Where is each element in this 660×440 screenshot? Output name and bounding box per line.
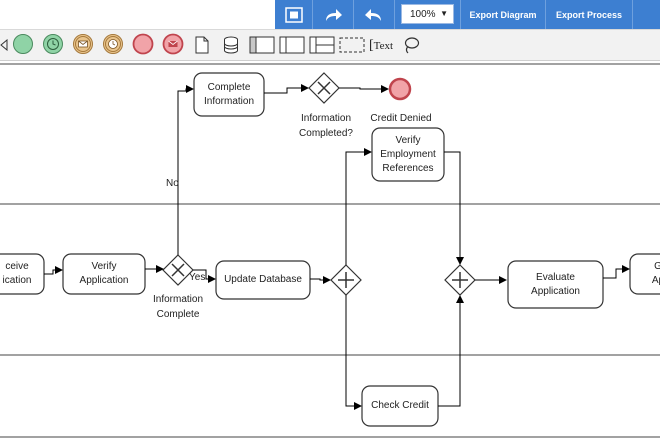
parallel-gateway-split[interactable] xyxy=(331,265,361,295)
diagram-canvas[interactable]: ceive ication Verify Application Complet… xyxy=(0,61,660,440)
task-receive-application[interactable]: ceive ication xyxy=(0,254,44,294)
task-complete-information[interactable]: Complete Information xyxy=(194,73,264,116)
export-process-button[interactable]: Export Process xyxy=(546,0,632,29)
split-lane-icon[interactable] xyxy=(309,36,335,54)
task-label: G Ap xyxy=(651,261,660,286)
group-icon[interactable] xyxy=(339,36,365,54)
redo-button[interactable] xyxy=(313,0,353,29)
redo-icon xyxy=(326,8,342,21)
text-tool-label: Text xyxy=(373,40,394,52)
zoom-select[interactable]: 100% ▼ xyxy=(401,4,454,24)
gateway-label-information-completed: Information Completed? xyxy=(299,113,353,139)
end-event-credit-denied[interactable] xyxy=(389,78,411,100)
end-event-label-credit-denied: Credit Denied xyxy=(370,113,432,124)
task-update-database[interactable]: Update Database xyxy=(216,261,310,299)
gateway-label-information-complete: Information Complete xyxy=(152,294,204,320)
export-process-label: Export Process xyxy=(555,9,623,20)
lasso-icon[interactable] xyxy=(402,36,420,56)
data-object-icon[interactable] xyxy=(195,36,209,54)
task-label: Check Credit xyxy=(371,400,429,411)
export-diagram-button[interactable]: Export Diagram xyxy=(461,0,545,29)
parallel-gateway-join[interactable] xyxy=(445,265,475,295)
end-event-icon[interactable] xyxy=(132,33,154,55)
text-annotation-tool[interactable]: [Text xyxy=(369,37,393,55)
flow-label-no: No xyxy=(166,178,179,189)
undo-button[interactable] xyxy=(354,0,394,29)
chevron-down-icon: ▼ xyxy=(440,9,448,18)
zoom-value: 100% xyxy=(410,8,436,20)
data-store-icon[interactable] xyxy=(223,36,239,54)
lane-icon[interactable] xyxy=(279,36,305,54)
export-diagram-label: Export Diagram xyxy=(469,9,537,20)
gateway-information-complete[interactable] xyxy=(163,255,193,285)
start-event-icon[interactable] xyxy=(12,33,34,55)
task-label: Verify Application xyxy=(79,261,129,286)
message-end-event-icon[interactable] xyxy=(162,33,184,55)
pool-icon[interactable] xyxy=(249,36,275,54)
task-label: Complete Information xyxy=(203,81,255,107)
task-label: Verify Employment References xyxy=(380,134,436,174)
task-verify-employment-references[interactable]: Verify Employment References xyxy=(372,128,444,181)
task-label: Evaluate Application xyxy=(531,271,580,297)
message-intermediate-event-icon[interactable] xyxy=(72,33,94,55)
undo-icon xyxy=(365,8,381,21)
task-next-partial[interactable]: G Ap xyxy=(630,254,660,294)
shape-palette: [Text xyxy=(0,29,660,61)
task-label: Update Database xyxy=(224,274,302,285)
fit-to-screen-button[interactable] xyxy=(276,0,312,29)
top-toolbar: 100% ▼ Export Diagram Export Process xyxy=(0,0,660,29)
task-label: ceive ication xyxy=(2,261,32,286)
timer-intermediate-event-icon[interactable] xyxy=(102,33,124,55)
gateway-shape-icon[interactable] xyxy=(0,39,8,51)
task-check-credit[interactable]: Check Credit xyxy=(362,386,438,426)
task-verify-application[interactable]: Verify Application xyxy=(63,254,145,294)
timer-start-event-icon[interactable] xyxy=(42,33,64,55)
task-evaluate-application[interactable]: Evaluate Application xyxy=(508,261,603,308)
fit-screen-icon xyxy=(285,6,303,23)
gateway-information-completed[interactable] xyxy=(309,73,339,103)
